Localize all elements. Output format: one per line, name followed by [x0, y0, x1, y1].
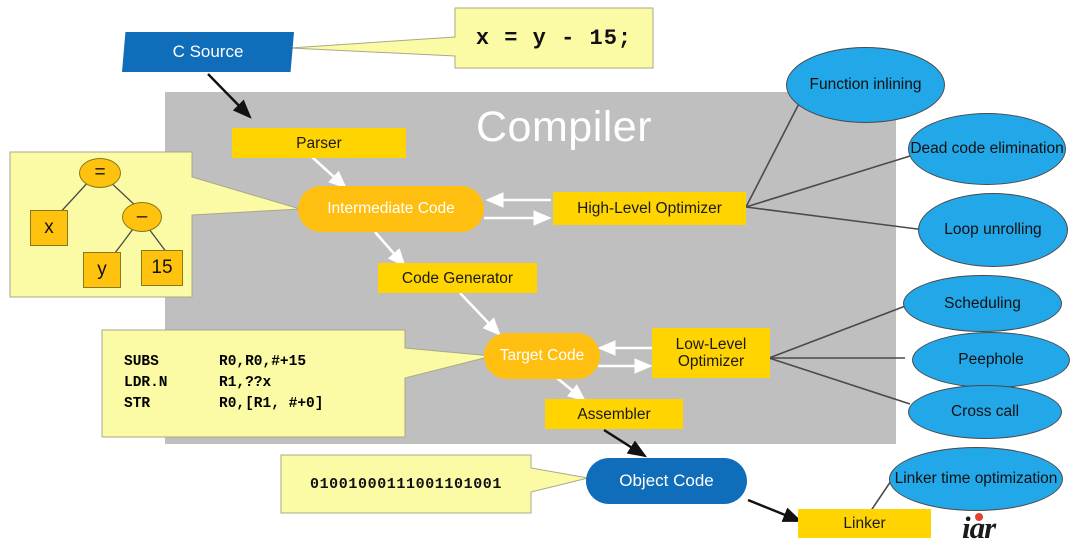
ellipse-function-inlining[interactable]: Function inlining — [786, 47, 945, 123]
asm-operands: R0,R0,#+15 — [219, 354, 307, 370]
ellipse-loop-unrolling[interactable]: Loop unrolling — [918, 193, 1068, 267]
ast-leaf-x: x — [30, 210, 68, 246]
ellipse-cross-call[interactable]: Cross call — [908, 385, 1062, 439]
binary-text: 01001000111001101001 — [309, 475, 503, 493]
asm-operands: R0,[R1, #+0] — [219, 396, 324, 412]
callout-binary: 01001000111001101001 — [281, 455, 531, 513]
ast-leaf-y: y — [83, 252, 121, 288]
ellipse-peephole[interactable]: Peephole — [912, 332, 1070, 388]
node-assembler[interactable]: Assembler — [545, 399, 683, 429]
c-source-label: C Source — [172, 42, 244, 61]
logo-wordmark: iar — [962, 510, 996, 545]
iar-logo: iar — [962, 510, 1058, 546]
asm-row: STR R0,[R1, #+0] — [124, 396, 399, 412]
asm-operands: R1,??x — [219, 375, 272, 391]
ellipse-linker-time-optimization[interactable]: Linker time optimization — [889, 447, 1063, 511]
ellipse-scheduling[interactable]: Scheduling — [903, 275, 1062, 332]
c-code-text: x = y - 15; — [475, 25, 633, 51]
node-c-source[interactable]: C Source — [122, 32, 294, 72]
asm-mnemonic: SUBS — [124, 354, 159, 370]
ellipse-dead-code-elimination[interactable]: Dead code elimination — [908, 113, 1066, 185]
asm-row: LDR.N R1,??x — [124, 375, 399, 391]
node-intermediate-code[interactable]: Intermediate Code — [298, 186, 484, 232]
node-target-code[interactable]: Target Code — [484, 333, 600, 379]
diagram-canvas: Compiler x = y - 15; = x – y 15 SUBS R0,… — [0, 0, 1080, 551]
callout-assembly: SUBS R0,R0,#+15 LDR.N R1,??x STR R0,[R1,… — [124, 340, 399, 426]
node-linker[interactable]: Linker — [798, 509, 931, 538]
node-object-code[interactable]: Object Code — [586, 458, 747, 504]
ast-node-minus: – — [122, 202, 162, 232]
asm-mnemonic: STR — [124, 396, 151, 412]
ast-node-assign: = — [79, 158, 121, 188]
asm-mnemonic: LDR.N — [124, 375, 168, 391]
node-low-level-optimizer[interactable]: Low-Level Optimizer — [652, 328, 770, 378]
callout-c-code: x = y - 15; — [455, 8, 653, 68]
node-high-level-optimizer[interactable]: High-Level Optimizer — [553, 192, 746, 225]
compiler-title: Compiler — [476, 103, 653, 151]
ast-leaf-15: 15 — [141, 250, 183, 286]
asm-row: SUBS R0,R0,#+15 — [124, 354, 399, 370]
callout-ast: = x – y 15 — [10, 152, 192, 297]
arrow-object-linker — [747, 498, 803, 523]
node-code-generator[interactable]: Code Generator — [378, 263, 537, 293]
node-parser[interactable]: Parser — [232, 128, 406, 158]
